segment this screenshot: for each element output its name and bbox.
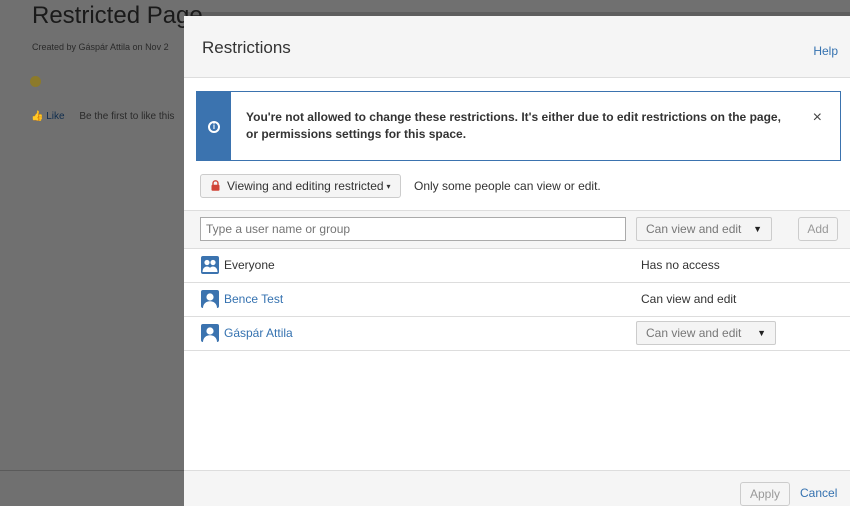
dialog-footer: Apply Cancel <box>184 470 850 506</box>
like-label: Like <box>46 111 65 122</box>
cancel-link[interactable]: Cancel <box>800 486 837 500</box>
entry-permission: Has no access <box>641 258 720 272</box>
table-row: Gáspár Attila Can view and edit ▼ <box>184 317 850 349</box>
select-caret-icon: ▼ <box>757 328 766 338</box>
group-icon <box>201 256 219 274</box>
close-icon[interactable]: × <box>813 110 822 126</box>
table-row: Bence Test Can view and edit <box>184 283 850 315</box>
entry-permission: Can view and edit <box>641 292 737 306</box>
new-permission-value: Can view and edit <box>646 222 742 236</box>
entry-permission-value: Can view and edit <box>646 326 742 340</box>
restriction-note: Only some people can view or edit. <box>414 179 601 193</box>
restriction-button-label: Viewing and editing restricted <box>227 179 384 193</box>
alert-icon-strip: i <box>197 92 231 160</box>
dialog-title: Restrictions <box>202 38 291 57</box>
entry-name: Everyone <box>224 258 275 272</box>
apply-button[interactable]: Apply <box>740 482 790 506</box>
like-row: 👍 Like Be the first to like this <box>31 111 174 122</box>
background-page-title: Restricted Page <box>32 2 203 29</box>
help-link[interactable]: Help <box>813 44 838 58</box>
like-prompt: Be the first to like this <box>79 111 175 122</box>
divider <box>184 350 850 351</box>
entry-name-link[interactable]: Gáspár Attila <box>224 326 293 340</box>
dialog-header: Restrictions Help <box>184 16 850 78</box>
permission-alert: i You're not allowed to change these res… <box>196 91 841 161</box>
user-icon <box>201 290 219 308</box>
entry-name-link[interactable]: Bence Test <box>224 292 283 306</box>
add-button[interactable]: Add <box>798 217 838 241</box>
alert-message: You're not allowed to change these restr… <box>246 110 781 141</box>
add-user-row: Can view and edit ▼ Add <box>184 211 850 248</box>
table-row: Everyone Has no access <box>184 249 850 281</box>
smiley-icon <box>30 76 41 87</box>
background-page-meta: Created by Gáspár Attila on Nov 2 <box>32 42 169 52</box>
user-search-input[interactable] <box>200 217 626 241</box>
like-link: 👍 Like <box>31 111 67 122</box>
entry-permission-select[interactable]: Can view and edit ▼ <box>636 321 776 345</box>
thumbs-up-icon: 👍 <box>31 111 44 122</box>
info-icon: i <box>208 121 220 133</box>
restrictions-dialog: Restrictions Help i You're not allowed t… <box>184 16 850 506</box>
lock-icon <box>211 180 220 191</box>
new-permission-select[interactable]: Can view and edit ▼ <box>636 217 772 241</box>
select-caret-icon: ▼ <box>753 224 762 234</box>
restriction-dropdown-button[interactable]: Viewing and editing restricted ▾ <box>200 174 401 198</box>
user-icon <box>201 324 219 342</box>
caret-down-icon: ▾ <box>386 182 391 191</box>
